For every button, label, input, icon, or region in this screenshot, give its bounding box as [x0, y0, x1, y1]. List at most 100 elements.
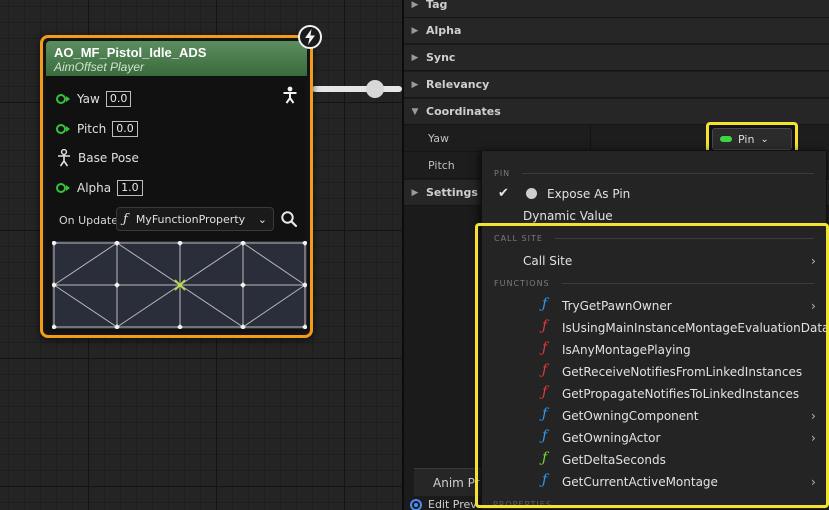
node-header[interactable]: AO_MF_Pistol_Idle_ADS AimOffset Player: [46, 41, 307, 77]
function-name: GetPropagateNotifiesToLinkedInstances: [562, 387, 800, 401]
node-title: AO_MF_Pistol_Idle_ADS: [54, 45, 207, 60]
pin-status-icon: [720, 136, 732, 142]
pitch-value-field[interactable]: 0.0: [112, 121, 138, 137]
category-label: Coordinates: [426, 105, 501, 118]
function-icon: ƒ: [542, 318, 548, 334]
category-alpha[interactable]: ▶ Alpha: [404, 18, 829, 44]
menu-function-item[interactable]: ƒ IsUsingMainInstanceMontageEvaluationDa…: [482, 317, 829, 339]
menu-function-item[interactable]: ƒ TryGetPawnOwner ›: [482, 295, 826, 317]
function-name: TryGetPawnOwner: [562, 299, 672, 313]
pose-pin-icon[interactable]: [56, 149, 72, 167]
menu-function-item[interactable]: ƒ GetDeltaSeconds: [482, 449, 826, 471]
edit-preview-label: Edit Prev: [428, 498, 477, 510]
function-icon: ƒ: [542, 450, 548, 466]
category-tag[interactable]: ▶ Tag: [404, 0, 829, 18]
category-label: Tag: [426, 0, 448, 11]
chevron-right-icon: ▶: [411, 25, 419, 36]
category-label: Relevancy: [426, 78, 490, 91]
edit-preview-option[interactable]: Edit Prev: [410, 498, 477, 510]
chevron-right-icon: ▶: [411, 79, 419, 90]
function-icon: ƒ: [542, 362, 548, 378]
chevron-right-icon: ▶: [411, 52, 419, 63]
menu-item-label: Expose As Pin: [547, 187, 631, 201]
search-icon[interactable]: [280, 210, 298, 228]
chevron-right-icon: ›: [811, 299, 816, 313]
function-icon: ƒ: [542, 296, 548, 312]
anim-graph-canvas[interactable]: AO_MF_Pistol_Idle_ADS AimOffset Player Y…: [0, 0, 402, 510]
on-update-label: On Update: [59, 214, 118, 227]
node-subtitle: AimOffset Player: [54, 60, 145, 74]
chevron-right-icon: ▶: [411, 0, 419, 10]
float-pin-icon[interactable]: [56, 182, 70, 194]
pin-alpha[interactable]: Alpha 1.0: [56, 178, 143, 198]
section-label: CALL SITE: [494, 233, 543, 243]
menu-item-call-site[interactable]: Call Site ›: [482, 250, 826, 272]
function-binding-label: MyFunctionProperty: [135, 212, 246, 226]
menu-section-call-site: CALL SITE: [494, 231, 826, 245]
yaw-pin-combo[interactable]: Pin ⌄: [712, 128, 792, 150]
function-icon: ƒ: [542, 472, 548, 488]
category-sync[interactable]: ▶ Sync: [404, 45, 829, 71]
pin-label: Yaw: [77, 92, 100, 106]
chevron-down-icon: ▼: [411, 106, 419, 117]
radio-selected-icon[interactable]: [410, 498, 422, 510]
pin-combo-label: Pin: [738, 132, 755, 146]
menu-function-item[interactable]: ƒ GetReceiveNotifiesFromLinkedInstances: [482, 361, 826, 383]
menu-item-expose-as-pin[interactable]: ✔ Expose As Pin: [482, 183, 826, 205]
chevron-right-icon: ›: [811, 431, 816, 445]
function-name: GetDeltaSeconds: [562, 453, 666, 467]
category-label: Alpha: [426, 24, 462, 37]
category-relevancy[interactable]: ▶ Relevancy: [404, 72, 829, 98]
blend-space-preview: [52, 241, 307, 329]
chevron-right-icon: ▶: [411, 187, 419, 198]
pin-binding-menu: PIN ✔ Expose As Pin Dynamic Value CALL S…: [481, 150, 829, 510]
pin-label: Alpha: [77, 181, 112, 195]
chevron-down-icon: ⌄: [257, 212, 267, 226]
column-divider[interactable]: [590, 126, 591, 152]
aim-offset-player-node[interactable]: AO_MF_Pistol_Idle_ADS AimOffset Player Y…: [40, 35, 313, 338]
function-name: GetOwningComponent: [562, 409, 699, 423]
alpha-value-field[interactable]: 1.0: [117, 180, 143, 196]
function-icon: ƒ: [542, 340, 548, 356]
menu-function-item[interactable]: ƒ GetCurrentActiveMontage ›: [482, 471, 826, 493]
property-label: Pitch: [428, 159, 455, 172]
chevron-right-icon: ›: [811, 475, 816, 489]
pin-base-pose[interactable]: Base Pose: [56, 148, 139, 168]
pin-pitch[interactable]: Pitch 0.0: [56, 119, 138, 139]
chevron-right-icon: ›: [811, 254, 816, 268]
function-icon: ƒ: [542, 428, 548, 444]
output-pose-pin-icon[interactable]: [282, 86, 298, 104]
pin-label: Pitch: [77, 122, 107, 136]
float-pin-icon[interactable]: [56, 123, 70, 135]
chevron-down-icon: ⌄: [760, 133, 769, 145]
category-label: Sync: [426, 51, 456, 64]
function-name: GetOwningActor: [562, 431, 661, 445]
wire-reroute-knot[interactable]: [366, 80, 384, 98]
menu-section-functions: FUNCTIONS: [494, 276, 826, 290]
function-icon: ƒ: [123, 211, 128, 227]
menu-section-properties: PROPERTIES: [493, 500, 552, 509]
yaw-value-field[interactable]: 0.0: [105, 91, 132, 107]
function-name: IsUsingMainInstanceMontageEvaluationData: [562, 321, 829, 335]
on-update-function-combo[interactable]: ƒ MyFunctionProperty ⌄: [116, 207, 274, 231]
function-name: GetReceiveNotifiesFromLinkedInstances: [562, 365, 803, 379]
menu-item-dynamic-value[interactable]: Dynamic Value: [482, 205, 826, 227]
function-name: GetCurrentActiveMontage: [562, 475, 718, 489]
property-label: Yaw: [428, 132, 449, 145]
menu-function-item[interactable]: ƒ GetOwningActor ›: [482, 427, 826, 449]
float-pin-icon[interactable]: [56, 93, 70, 105]
menu-function-item[interactable]: ƒ GetOwningComponent ›: [482, 405, 826, 427]
menu-section-pin: PIN: [494, 166, 826, 180]
checkmark-icon: ✔: [498, 186, 509, 201]
menu-function-item[interactable]: ƒ GetPropagateNotifiesToLinkedInstances: [482, 383, 826, 405]
menu-item-label: Dynamic Value: [523, 209, 613, 223]
pin-yaw[interactable]: Yaw 0.0: [56, 89, 132, 109]
radio-dot-icon: [526, 188, 537, 199]
section-label: FUNCTIONS: [494, 278, 550, 288]
menu-function-item[interactable]: ƒ IsAnyMontagePlaying: [482, 339, 826, 361]
chevron-right-icon: ›: [811, 409, 816, 423]
lightning-icon: [298, 25, 322, 49]
pin-label: Base Pose: [78, 151, 139, 165]
pose-wire: [312, 86, 402, 92]
section-label: PIN: [494, 168, 511, 178]
